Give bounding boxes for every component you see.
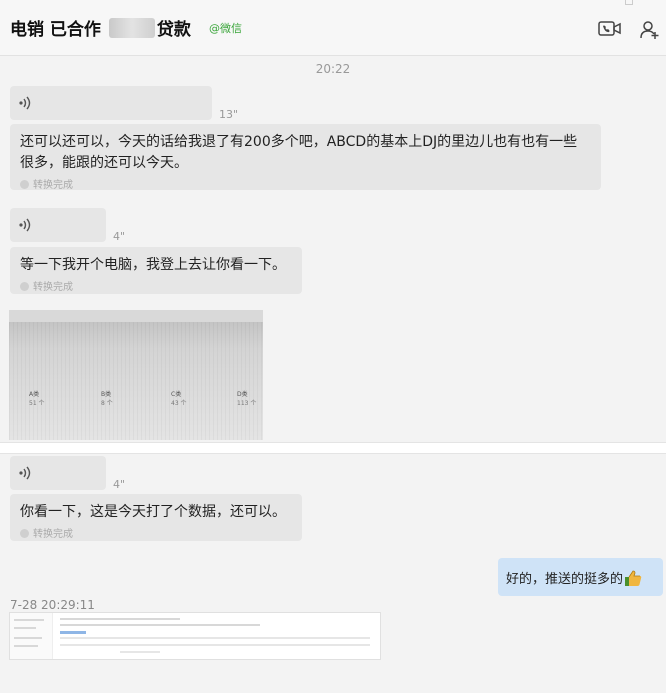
blurred-name <box>108 18 155 38</box>
chat-title-part-a: 电销 已合作 <box>10 20 107 40</box>
transcribe-status: 转换完成 <box>20 525 292 540</box>
message-text: 你看一下，这是今天打了个数据，还可以。 <box>20 504 286 520</box>
message-bubble[interactable]: 等一下我开个电脑，我登上去让你看一下。 转换完成 <box>10 247 302 294</box>
voice-duration: 4" <box>113 230 126 243</box>
chat-title: 电销 已合作 贷款 <box>10 15 191 40</box>
photo-message[interactable]: A类 51 个 B类 8 个 C类 43 个 D类 113 个 <box>9 310 263 440</box>
video-call-icon[interactable] <box>598 20 622 38</box>
transcribe-status: 转换完成 <box>20 176 591 191</box>
message-text: 等一下我开个电脑，我登上去让你看一下。 <box>20 257 286 273</box>
voice-wave-icon <box>19 96 31 110</box>
timestamp: 20:22 <box>315 62 351 76</box>
message-text: 还可以还可以，今天的话给我退了有200多个吧，ABCD的基本上DJ的里边儿也有也… <box>20 134 578 171</box>
transcribe-status: 转换完成 <box>20 278 292 293</box>
screenshot-message[interactable] <box>9 612 381 660</box>
voice-duration: 4" <box>113 478 126 491</box>
voice-duration: 13" <box>219 108 239 121</box>
voice-message[interactable] <box>10 456 106 490</box>
check-icon <box>20 180 29 189</box>
chat-title-part-b: 贷款 <box>156 20 191 40</box>
thumbs-up-icon <box>625 570 642 586</box>
voice-wave-icon <box>19 466 31 480</box>
message-bubble[interactable]: 你看一下，这是今天打了个数据，还可以。 转换完成 <box>10 494 302 541</box>
check-icon <box>20 282 29 291</box>
message-bubble[interactable]: 还可以还可以，今天的话给我退了有200多个吧，ABCD的基本上DJ的里边儿也有也… <box>10 124 601 191</box>
voice-message[interactable] <box>10 86 212 120</box>
my-message-bubble[interactable]: 好的，推送的挺多的 <box>498 558 663 596</box>
chat-header: 电销 已合作 贷款 @微信 <box>0 0 666 56</box>
timestamp: 7-28 20:29:11 <box>10 598 95 612</box>
divider <box>0 442 666 454</box>
window-control[interactable] <box>625 0 633 5</box>
my-message-text: 好的，推送的挺多的 <box>506 572 624 587</box>
voice-wave-icon <box>19 218 31 232</box>
add-contact-icon[interactable] <box>640 20 660 40</box>
check-icon <box>20 529 29 538</box>
wechat-tag: @微信 <box>209 22 242 35</box>
voice-message[interactable] <box>10 208 106 242</box>
